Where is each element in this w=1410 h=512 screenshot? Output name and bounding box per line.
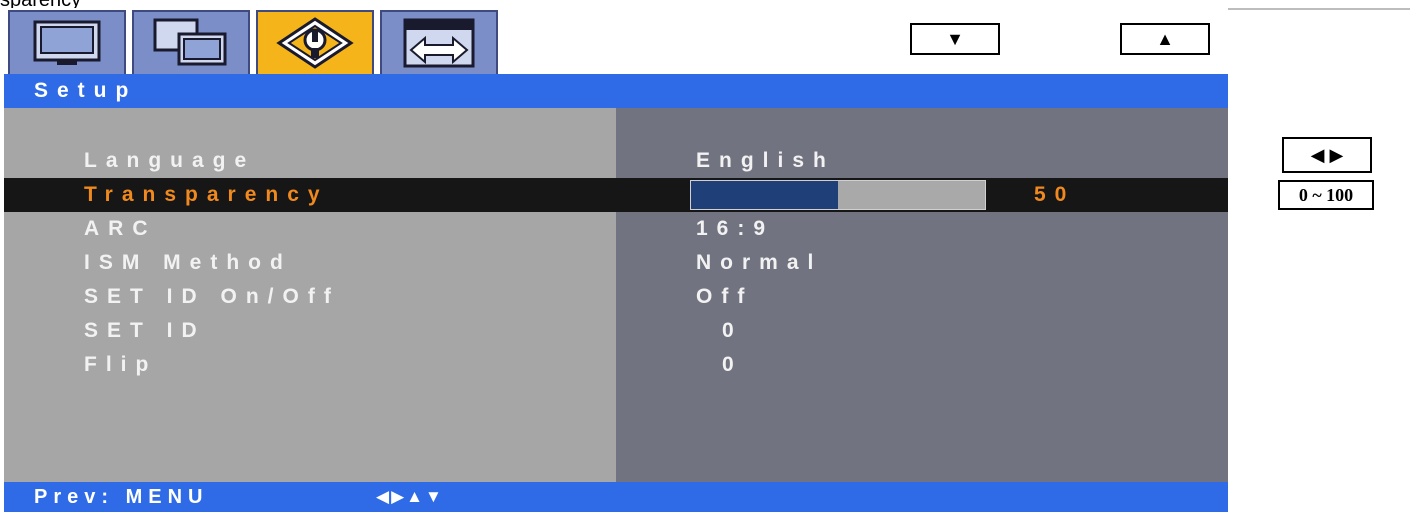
menu-item-language[interactable]: Language English [4,144,1228,178]
arrow-keys-hint-icon: ◀▶▲▼ [376,487,444,506]
menu-item-value: English [696,149,835,172]
menu-item-ism-method[interactable]: ISM Method Normal [4,246,1228,280]
tab-setup[interactable] [256,10,374,76]
menu-item-value: 0 [722,319,743,342]
transparency-slider[interactable] [690,180,986,210]
up-button[interactable]: ▲ [1120,23,1210,55]
tab-pip[interactable] [132,10,250,76]
menu-item-label: ARC [84,217,157,240]
window-caption: sparency [0,0,81,8]
left-right-button[interactable]: ◀ ▶ [1282,137,1372,173]
menu-item-label: Language [84,149,256,172]
osd-menu: ▼ ▲ Setup Language English Transparency … [4,8,1410,512]
position-arrows-icon [403,18,475,68]
tab-bar: ▼ ▲ [4,8,1228,76]
menu-item-label: SET ID [84,319,206,342]
tab-picture[interactable] [8,10,126,76]
menu-item-flip[interactable]: Flip 0 [4,348,1228,382]
multi-screen-icon [153,18,227,66]
menu-item-label: Flip [84,353,158,376]
setup-wrench-icon [276,17,354,69]
menu-item-arc[interactable]: ARC 16:9 [4,212,1228,246]
tab-position[interactable] [380,10,498,76]
menu-item-label: ISM Method [84,251,292,274]
menu-item-value: Normal [696,251,823,274]
menu-item-label: Transparency [84,183,329,206]
menu-item-label: SET ID On/Off [84,285,340,308]
left-right-arrows-icon: ◀ ▶ [1310,144,1344,165]
menu-item-set-id[interactable]: SET ID 0 [4,314,1228,348]
chevron-up-icon: ▲ [1156,28,1174,49]
monitor-icon [33,20,101,65]
down-button[interactable]: ▼ [910,23,1000,55]
menu-item-value: Off [696,285,754,308]
menu-item-value: 0 [722,353,743,376]
menu-footer: Prev: MENU ◀▶▲▼ [4,482,1228,512]
menu-item-value: 16:9 [696,217,775,240]
menu-header: Setup [4,74,1228,108]
chevron-down-icon: ▼ [946,28,964,49]
slider-fill [691,181,838,209]
menu-item-transparency[interactable]: Transparency 50 [4,178,1228,212]
slider-value: 50 [1034,183,1076,206]
prev-menu-hint: Prev: MENU [34,486,209,508]
menu-item-set-id-onoff[interactable]: SET ID On/Off Off [4,280,1228,314]
range-label: 0 ~ 100 [1278,180,1374,210]
